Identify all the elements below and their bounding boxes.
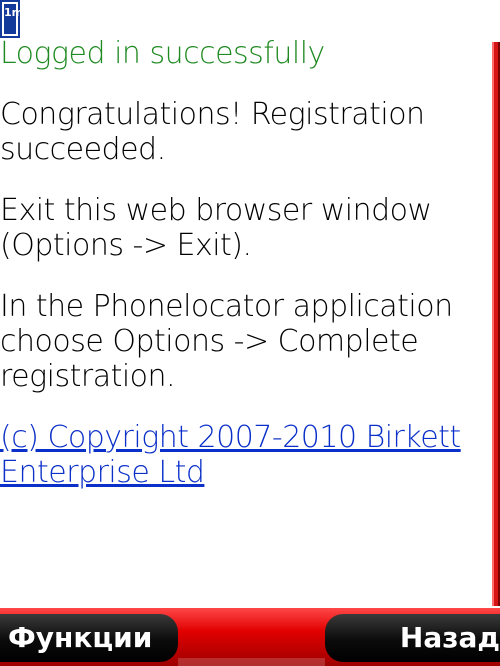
softkey-bar: Функции Назад	[0, 608, 500, 666]
app-logo: 1m	[0, 0, 20, 38]
softbar-center-highlight	[178, 658, 325, 666]
registration-message: Congratulations! Registration succeeded.	[0, 97, 425, 167]
left-softkey[interactable]: Функции	[0, 614, 178, 662]
copyright-link[interactable]: (c) Copyright 2007-2010 Birkett Enterpri…	[0, 420, 480, 490]
right-softkey[interactable]: Назад	[325, 614, 500, 662]
left-softkey-label: Функции	[8, 621, 153, 654]
right-softkey-label: Назад	[399, 621, 500, 654]
vertical-scrollbar[interactable]	[492, 42, 500, 606]
page-content: Logged in successfully Congratulations! …	[0, 36, 480, 490]
exit-instructions: Exit this web browser window (Options ->…	[0, 193, 432, 263]
success-message: Logged in successfully	[0, 36, 325, 71]
phonelocator-instructions: In the Phonelocator application choose O…	[0, 289, 453, 394]
logo-mark: 1m	[2, 2, 20, 36]
